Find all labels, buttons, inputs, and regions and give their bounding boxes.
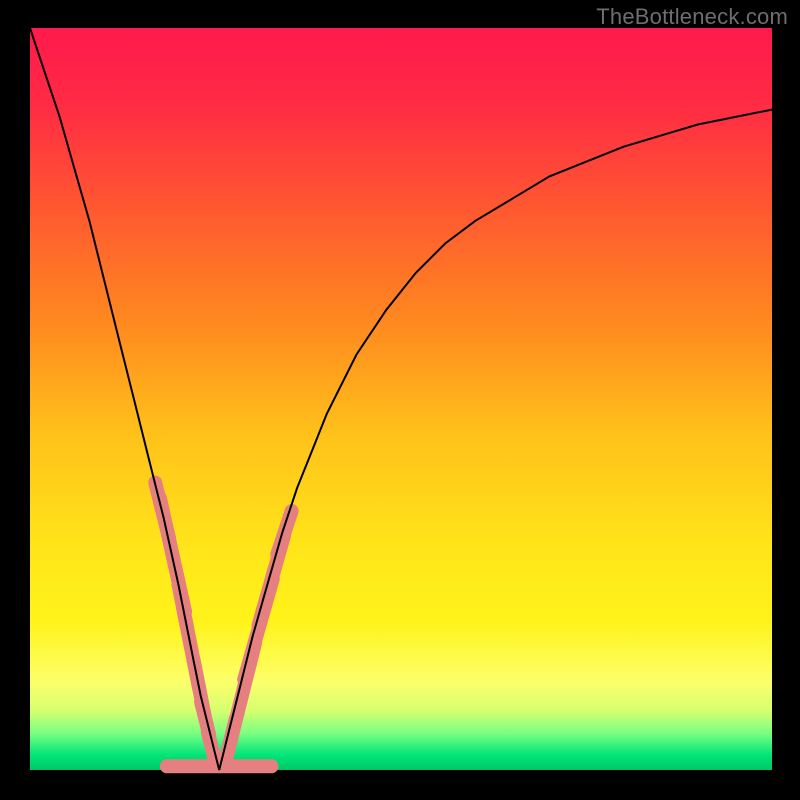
chart-frame: TheBottleneck.com bbox=[0, 0, 800, 800]
curve-marker bbox=[268, 502, 300, 563]
chart-overlay bbox=[30, 28, 772, 770]
bottleneck-curve bbox=[30, 28, 772, 770]
marker-group bbox=[147, 474, 301, 773]
watermark-text: TheBottleneck.com bbox=[596, 4, 788, 30]
